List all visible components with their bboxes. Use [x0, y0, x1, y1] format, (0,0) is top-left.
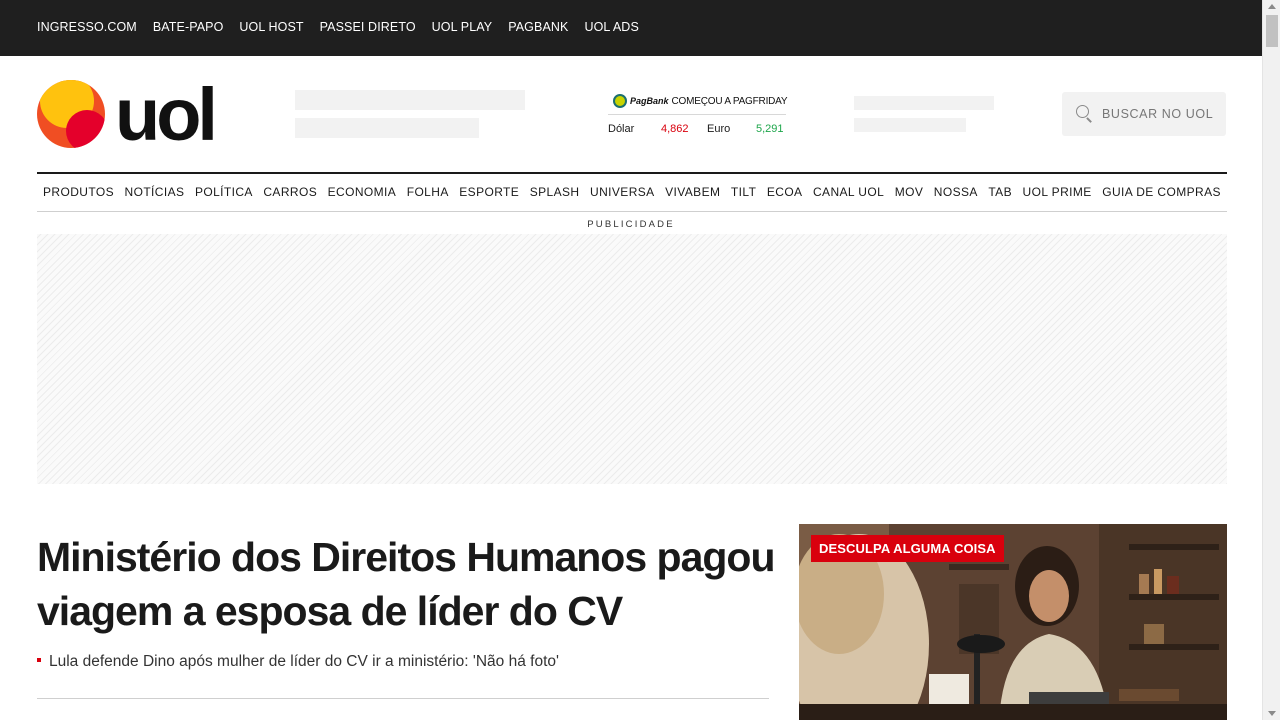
nav-item-esporte[interactable]: ESPORTE — [459, 185, 519, 199]
top-links-bar: INGRESSO.COM BATE-PAPO UOL HOST PASSEI D… — [0, 0, 1262, 56]
nav-item-vivabem[interactable]: VIVABEM — [665, 185, 720, 199]
top-links-list: INGRESSO.COM BATE-PAPO UOL HOST PASSEI D… — [37, 20, 655, 34]
featured-video-thumbnail[interactable]: DESCULPA ALGUMA COISA — [799, 524, 1227, 720]
main-nav-list: PRODUTOS NOTÍCIAS POLÍTICA CARROS ECONOM… — [37, 185, 1227, 199]
nav-item-produtos[interactable]: PRODUTOS — [43, 185, 114, 199]
search-placeholder: BUSCAR NO UOL — [1102, 107, 1214, 121]
loading-placeholder — [854, 118, 966, 132]
top-link-pagbank[interactable]: PAGBANK — [508, 20, 568, 34]
uol-logo[interactable]: uol — [37, 73, 232, 156]
pagbank-brand: PagBank — [630, 96, 669, 106]
loading-placeholder — [295, 90, 525, 110]
svg-text:uol: uol — [115, 79, 214, 149]
nav-item-carros[interactable]: CARROS — [263, 185, 317, 199]
bullet-icon — [37, 658, 41, 662]
ticker-divider — [608, 114, 786, 115]
scrollbar-thumb[interactable] — [1266, 15, 1278, 47]
nav-item-guia-de-compras[interactable]: GUIA DE COMPRAS — [1102, 185, 1221, 199]
currency-ticker[interactable]: PagBank COMEÇOU A PAGFRIDAY Dólar 4,862 … — [605, 90, 790, 140]
related-link[interactable]: Lula defende Dino após mulher de líder d… — [37, 653, 559, 671]
search-icon — [1076, 105, 1094, 123]
nav-item-mov[interactable]: MOV — [895, 185, 924, 199]
scroll-down-arrow-icon[interactable] — [1268, 711, 1276, 716]
main-nav: PRODUTOS NOTÍCIAS POLÍTICA CARROS ECONOM… — [37, 172, 1227, 212]
nav-item-nossa[interactable]: NOSSA — [934, 185, 978, 199]
ad-placeholder[interactable] — [37, 234, 1227, 484]
loading-placeholder — [295, 118, 479, 138]
divider — [37, 698, 769, 699]
top-link-uol-host[interactable]: UOL HOST — [239, 20, 303, 34]
advertising-label: PUBLICIDADE — [587, 219, 675, 230]
nav-item-noticias[interactable]: NOTÍCIAS — [125, 185, 185, 199]
dolar-label: Dólar — [608, 123, 635, 135]
nav-item-uol-prime[interactable]: UOL PRIME — [1023, 185, 1092, 199]
scroll-up-arrow-icon[interactable] — [1268, 4, 1276, 9]
euro-value: 5,291 — [756, 123, 784, 135]
show-tag[interactable]: DESCULPA ALGUMA COISA — [811, 535, 1004, 562]
nav-item-universa[interactable]: UNIVERSA — [590, 185, 655, 199]
nav-item-economia[interactable]: ECONOMIA — [328, 185, 397, 199]
nav-item-folha[interactable]: FOLHA — [407, 185, 449, 199]
euro-label: Euro — [707, 123, 731, 135]
nav-item-canal-uol[interactable]: CANAL UOL — [813, 185, 884, 199]
related-link-text: Lula defende Dino após mulher de líder d… — [49, 653, 559, 670]
top-link-uol-play[interactable]: UOL PLAY — [432, 20, 493, 34]
uol-sun-logo-icon: uol — [37, 73, 218, 156]
search-box[interactable]: BUSCAR NO UOL — [1062, 92, 1226, 136]
pagbank-promo[interactable]: PagBank COMEÇOU A PAGFRIDAY — [613, 94, 788, 108]
top-link-uol-ads[interactable]: UOL ADS — [584, 20, 638, 34]
promo-text: COMEÇOU A PAGFRIDAY — [671, 95, 788, 107]
pagbank-coin-icon — [613, 94, 627, 108]
nav-item-tilt[interactable]: TILT — [731, 185, 756, 199]
nav-item-tab[interactable]: TAB — [988, 185, 1012, 199]
top-link-passei-direto[interactable]: PASSEI DIRETO — [320, 20, 416, 34]
nav-item-ecoa[interactable]: ECOA — [767, 185, 803, 199]
loading-placeholder — [854, 96, 994, 110]
dolar-value: 4,862 — [661, 123, 689, 135]
top-link-ingresso[interactable]: INGRESSO.COM — [37, 20, 137, 34]
nav-item-politica[interactable]: POLÍTICA — [195, 185, 253, 199]
top-link-bate-papo[interactable]: BATE-PAPO — [153, 20, 224, 34]
main-headline[interactable]: Ministério dos Direitos Humanos pagou vi… — [37, 530, 787, 638]
nav-item-splash[interactable]: SPLASH — [530, 185, 580, 199]
page-scrollbar[interactable] — [1262, 0, 1280, 720]
